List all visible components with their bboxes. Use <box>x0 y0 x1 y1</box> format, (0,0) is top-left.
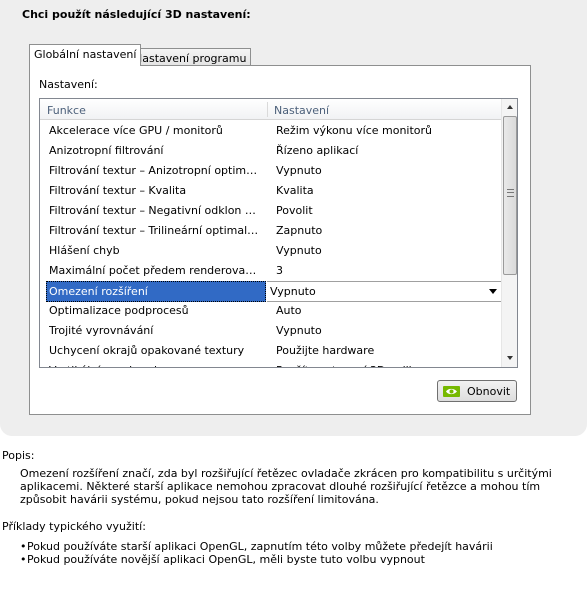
row-function: Maximální počet předem renderovaných s..… <box>49 264 261 277</box>
restore-button[interactable]: Obnovit <box>437 380 517 402</box>
table-row[interactable]: Maximální počet předem renderovaných s..… <box>40 261 501 281</box>
settings-panel: Chci použít následující 3D nastavení: Gl… <box>0 0 587 436</box>
row-setting: Vypnuto <box>276 164 322 177</box>
description-title: Popis: <box>2 449 35 462</box>
table-row[interactable]: Filtrování textur – Negativní odklon úro… <box>40 201 501 221</box>
scroll-down-button[interactable] <box>502 350 517 367</box>
row-function: Filtrování textur – Negativní odklon úro… <box>49 204 261 217</box>
row-function: Vertikální synchronizace <box>49 364 261 367</box>
column-header-function[interactable]: Funkce <box>47 104 86 117</box>
row-function: Anizotropní filtrování <box>49 144 164 157</box>
scroll-up-button[interactable] <box>502 99 517 116</box>
tab-program-settings[interactable]: Nastavení programu <box>129 48 252 66</box>
table-row[interactable]: Trojité vyrovnávání Vypnuto <box>40 321 501 341</box>
table-row[interactable]: Vertikální synchronizace Použít nastavení… <box>40 361 501 367</box>
description-text: Omezení rozšíření značí, zda byl rozšiřu… <box>20 467 552 506</box>
table-row[interactable]: Filtrování textur – Trilineární optimali… <box>40 221 501 241</box>
column-header-setting[interactable]: Nastavení <box>274 104 329 117</box>
tab-global-settings[interactable]: Globální nastavení <box>29 44 142 66</box>
row-function: Uchycení okrajů opakované textury <box>49 344 245 357</box>
row-function: Hlášení chyb <box>49 244 120 257</box>
row-setting: Zapnuto <box>276 224 323 237</box>
table-row[interactable]: Filtrování textur – Kvalita Kvalita <box>40 181 501 201</box>
row-setting: Vypnuto <box>276 324 322 337</box>
row-setting: Auto <box>276 304 302 317</box>
row-setting: Vypnuto <box>276 244 322 257</box>
row-function: Optimalizace podprocesů <box>49 304 189 317</box>
setting-dropdown[interactable]: Vypnuto <box>267 281 501 302</box>
row-setting: Povolit <box>276 204 313 217</box>
row-function: Akcelerace více GPU / monitorů <box>49 124 223 137</box>
row-function: Filtrování textur – Anizotropní optimali… <box>49 164 261 177</box>
chevron-down-icon[interactable] <box>489 289 497 294</box>
example-item: Pokud používáte starší aplikaci OpenGL, … <box>20 540 493 553</box>
list-header: Funkce Nastavení <box>40 99 501 120</box>
column-divider[interactable] <box>267 102 268 117</box>
row-setting: Režim výkonu více monitorů <box>276 124 433 137</box>
table-row[interactable]: Optimalizace podprocesů Auto <box>40 301 501 321</box>
row-function-label: Omezení rozšíření <box>49 285 148 298</box>
row-setting: Řízeno aplikací <box>276 144 359 157</box>
settings-label: Nastavení: <box>39 78 98 91</box>
settings-list[interactable]: Funkce Nastavení Akcelerace více GPU / m… <box>39 98 518 368</box>
row-setting: Použijte hardware <box>276 344 375 357</box>
chevron-up-icon <box>507 105 513 109</box>
table-row[interactable]: Filtrování textur – Anizotropní optimali… <box>40 161 501 181</box>
row-setting: Použít nastavení 3D aplikace <box>276 364 434 367</box>
table-row[interactable]: Anizotropní filtrování Řízeno aplikací <box>40 141 501 161</box>
chevron-down-icon <box>507 356 513 360</box>
row-setting: Kvalita <box>276 184 314 197</box>
examples-list: Pokud používáte starší aplikaci OpenGL, … <box>20 540 493 566</box>
page-heading: Chci použít následující 3D nastavení: <box>22 8 251 21</box>
example-item: Pokud používáte novější aplikaci OpenGL,… <box>20 553 493 566</box>
nvidia-logo-icon <box>443 386 460 397</box>
row-function: Filtrování textur – Trilineární optimali… <box>49 224 261 237</box>
scrollbar-thumb[interactable] <box>503 116 517 275</box>
row-function: Filtrování textur – Kvalita <box>49 184 187 197</box>
setting-dropdown-value: Vypnuto <box>270 285 316 298</box>
vertical-scrollbar[interactable] <box>501 99 517 367</box>
tab-page: Nastavení: Funkce Nastavení Akcelerace v… <box>29 65 531 415</box>
grip-icon <box>507 189 514 197</box>
table-row-selected[interactable]: Omezení rozšíření Vypnuto <box>46 281 501 302</box>
table-row[interactable]: Akcelerace více GPU / monitorů Režim výko… <box>40 121 501 141</box>
table-row[interactable]: Uchycení okrajů opakované textury Použijt… <box>40 341 501 361</box>
table-row[interactable]: Hlášení chyb Vypnuto <box>40 241 501 261</box>
restore-button-label: Obnovit <box>467 385 511 398</box>
row-function: Trojité vyrovnávání <box>49 324 154 337</box>
row-setting: 3 <box>276 264 283 277</box>
examples-title: Příklady typického využití: <box>2 520 146 533</box>
row-function: Omezení rozšíření <box>46 281 266 302</box>
